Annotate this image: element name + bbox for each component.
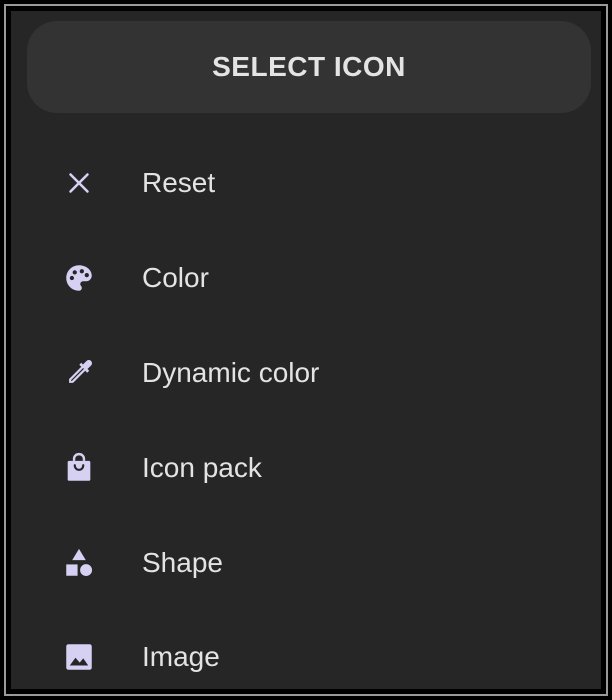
menu-item-image[interactable]: Image xyxy=(11,610,601,689)
shopping-bag-icon xyxy=(61,450,97,486)
menu-item-label: Color xyxy=(142,262,209,294)
eyedropper-icon xyxy=(61,355,97,391)
select-icon-dialog: SELECT ICON Reset Color Dynamic color Ic… xyxy=(11,11,601,689)
menu-item-reset[interactable]: Reset xyxy=(11,136,601,231)
menu-item-icon-pack[interactable]: Icon pack xyxy=(11,420,601,515)
menu-item-dynamic-color[interactable]: Dynamic color xyxy=(11,326,601,421)
dialog-header: SELECT ICON xyxy=(27,21,591,113)
menu-item-label: Image xyxy=(142,641,220,673)
dialog-title: SELECT ICON xyxy=(212,51,406,82)
menu-item-label: Shape xyxy=(142,546,223,578)
shapes-icon xyxy=(61,545,97,581)
menu-item-label: Reset xyxy=(142,167,216,199)
close-icon xyxy=(61,165,97,201)
image-icon xyxy=(61,639,97,675)
menu-item-label: Icon pack xyxy=(142,451,262,483)
palette-icon xyxy=(61,260,97,296)
menu-item-shape[interactable]: Shape xyxy=(11,515,601,610)
icon-options-menu: Reset Color Dynamic color Icon pack Shap… xyxy=(11,136,601,689)
menu-item-label: Dynamic color xyxy=(142,356,320,388)
dialog-frame: SELECT ICON Reset Color Dynamic color Ic… xyxy=(4,4,608,696)
menu-item-color[interactable]: Color xyxy=(11,231,601,326)
